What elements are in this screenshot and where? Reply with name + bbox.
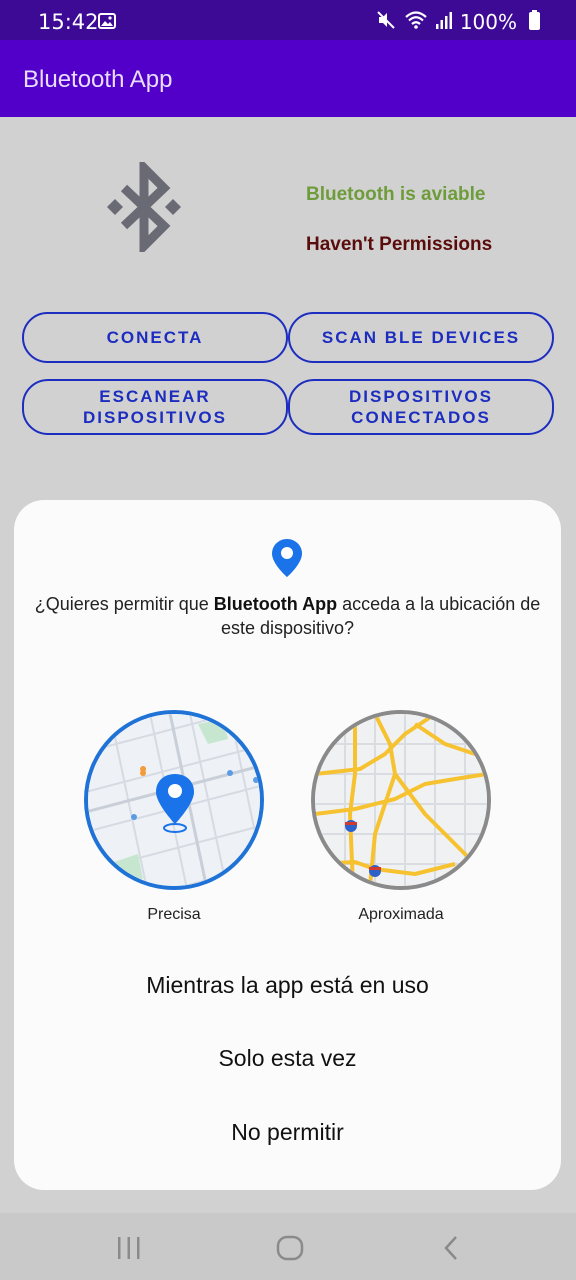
conectados-label-line2: CONECTADOS: [351, 408, 491, 427]
conecta-button-label: CONECTA: [106, 328, 204, 347]
signal-icon: [435, 11, 452, 34]
home-icon[interactable]: [276, 1235, 304, 1266]
approximate-location-option[interactable]: [311, 710, 491, 890]
permission-status-text: Haven't Permissions: [306, 234, 493, 255]
escanear-dispositivos-button[interactable]: ESCANEAR DISPOSITIVOS: [22, 379, 288, 435]
location-pin-icon: [271, 538, 303, 583]
precise-location-option[interactable]: [84, 710, 264, 890]
escanear-label-line2: DISPOSITIVOS: [83, 408, 227, 427]
allow-once-button[interactable]: Solo esta vez: [14, 1045, 561, 1072]
bluetooth-status-text: Bluetooth is aviable: [306, 184, 486, 205]
precise-label: Precisa: [147, 906, 201, 923]
approximate-label: Aproximada: [358, 906, 444, 923]
allow-while-using-button[interactable]: Mientras la app está en uso: [14, 972, 561, 999]
deny-button[interactable]: No permitir: [14, 1119, 561, 1146]
location-permission-dialog: ¿Quieres permitir que Bluetooth App acce…: [14, 500, 561, 1190]
dispositivos-conectados-button[interactable]: DISPOSITIVOS CONECTADOS: [288, 379, 554, 435]
escanear-label-line1: ESCANEAR: [99, 387, 211, 406]
app-title: Bluetooth App: [23, 66, 173, 93]
battery-percent: 100%: [459, 10, 517, 34]
mute-icon: [376, 10, 396, 35]
permission-question: ¿Quieres permitir que Bluetooth App acce…: [34, 592, 541, 640]
battery-icon: [529, 9, 540, 35]
conecta-button[interactable]: CONECTA: [22, 312, 288, 363]
status-bar: 15:42 100%: [0, 0, 576, 40]
precise-map-image: [88, 714, 260, 886]
question-app-name: Bluetooth App: [213, 594, 338, 614]
scan-ble-devices-button[interactable]: SCAN BLE DEVICES: [288, 312, 554, 363]
app-bar: Bluetooth App: [0, 40, 576, 117]
approximate-map-image: [315, 714, 487, 886]
status-time: 15:42: [38, 10, 99, 34]
recents-icon[interactable]: [116, 1236, 142, 1265]
image-icon: [98, 13, 116, 34]
back-icon[interactable]: [442, 1235, 460, 1266]
question-prefix: ¿Quieres permitir que: [34, 594, 214, 614]
navigation-bar: [0, 1213, 576, 1280]
scan-ble-button-label: SCAN BLE DEVICES: [321, 328, 521, 347]
conectados-label-line1: DISPOSITIVOS: [349, 387, 493, 406]
wifi-icon: [404, 10, 428, 35]
bluetooth-icon: [104, 157, 184, 257]
